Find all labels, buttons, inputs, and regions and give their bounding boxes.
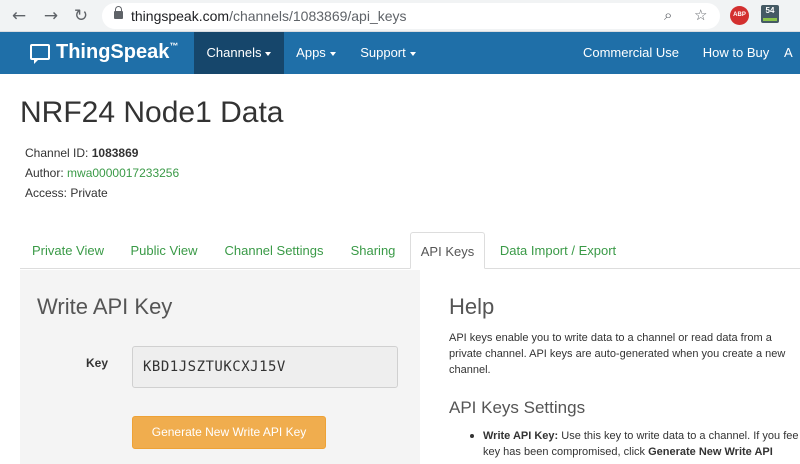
caret-down-icon <box>409 51 416 56</box>
author-label: Author: <box>25 166 64 180</box>
help-heading: Help <box>449 294 495 319</box>
channel-id-value: 1083869 <box>91 146 139 160</box>
lock-icon <box>114 6 123 19</box>
help-text: API keys enable you to write data to a c… <box>449 332 786 376</box>
back-icon[interactable]: ← <box>8 5 30 27</box>
access-label: Access: <box>25 186 68 200</box>
brand-text: ThingSpeak <box>56 41 170 63</box>
zoom-icon[interactable]: ⌕ <box>664 6 672 24</box>
caret-down-icon <box>329 51 336 56</box>
nav-support[interactable]: Support <box>352 32 424 74</box>
nav-how-to-buy[interactable]: How to Buy <box>696 32 776 74</box>
address-bar[interactable]: thingspeak.com/channels/1083869/api_keys… <box>102 3 720 29</box>
chat-bubble-icon <box>30 44 50 64</box>
reload-icon[interactable]: ↻ <box>70 5 92 27</box>
channel-id-label: Channel ID: <box>25 146 89 160</box>
key-label: Key <box>86 356 109 370</box>
nav-channels[interactable]: Channels <box>194 32 284 74</box>
access-value: Private <box>70 186 108 200</box>
brand-name: ThingSpeak™ <box>56 41 178 64</box>
tab-private-view[interactable]: Private View <box>26 232 110 269</box>
nav-support-label: Support <box>360 45 406 60</box>
caret-down-icon <box>265 51 272 56</box>
adblock-extension-icon[interactable]: ABP <box>730 6 749 25</box>
nav-apps-label: Apps <box>296 45 326 60</box>
generate-write-key-button[interactable]: Generate New Write API Key <box>132 416 326 449</box>
url-host: thingspeak.com <box>131 8 230 24</box>
page-title: NRF24 Node1 Data <box>20 96 284 129</box>
tab-channel-settings[interactable]: Channel Settings <box>218 232 330 269</box>
browser-toolbar: ← → ↻ thingspeak.com/channels/1083869/ap… <box>0 0 800 32</box>
nav-apps[interactable]: Apps <box>288 32 344 74</box>
star-icon[interactable]: ☆ <box>694 6 707 24</box>
nav-commercial-use[interactable]: Commercial Use <box>578 32 684 74</box>
nav-account[interactable]: A <box>784 32 800 74</box>
tab-api-keys[interactable]: API Keys <box>410 232 485 269</box>
api-keys-settings-heading: API Keys Settings <box>449 398 586 417</box>
top-navbar: ThingSpeak™ Channels Apps Support Commer… <box>0 32 800 74</box>
bullet-tail: Generate New Write API <box>648 446 773 458</box>
url-text: thingspeak.com/channels/1083869/api_keys <box>131 8 407 24</box>
tab-sharing[interactable]: Sharing <box>344 232 402 269</box>
extension-54-icon[interactable]: 54 <box>761 5 779 23</box>
channel-id: Channel ID: 1083869 <box>25 146 138 160</box>
author-link[interactable]: mwa0000017233256 <box>67 166 179 180</box>
nav-channels-label: Channels <box>206 45 262 60</box>
write-api-key-field[interactable]: KBD1JSZTUKCXJ15V <box>132 346 398 388</box>
bullet-dot <box>470 434 474 438</box>
url-path: /channels/1083869/api_keys <box>229 8 407 24</box>
tab-data-import-export[interactable]: Data Import / Export <box>494 232 622 269</box>
channel-author: Author: mwa0000017233256 <box>25 166 179 180</box>
bullet-term: Write API Key: <box>483 430 559 442</box>
write-api-key-heading: Write API Key <box>37 294 173 319</box>
forward-icon[interactable]: → <box>40 5 62 27</box>
brand-tm: ™ <box>169 41 179 51</box>
write-api-key-help-item: Write API Key: Use this key to write dat… <box>483 428 800 460</box>
channel-access: Access: Private <box>25 186 108 200</box>
tab-public-view[interactable]: Public View <box>124 232 204 269</box>
